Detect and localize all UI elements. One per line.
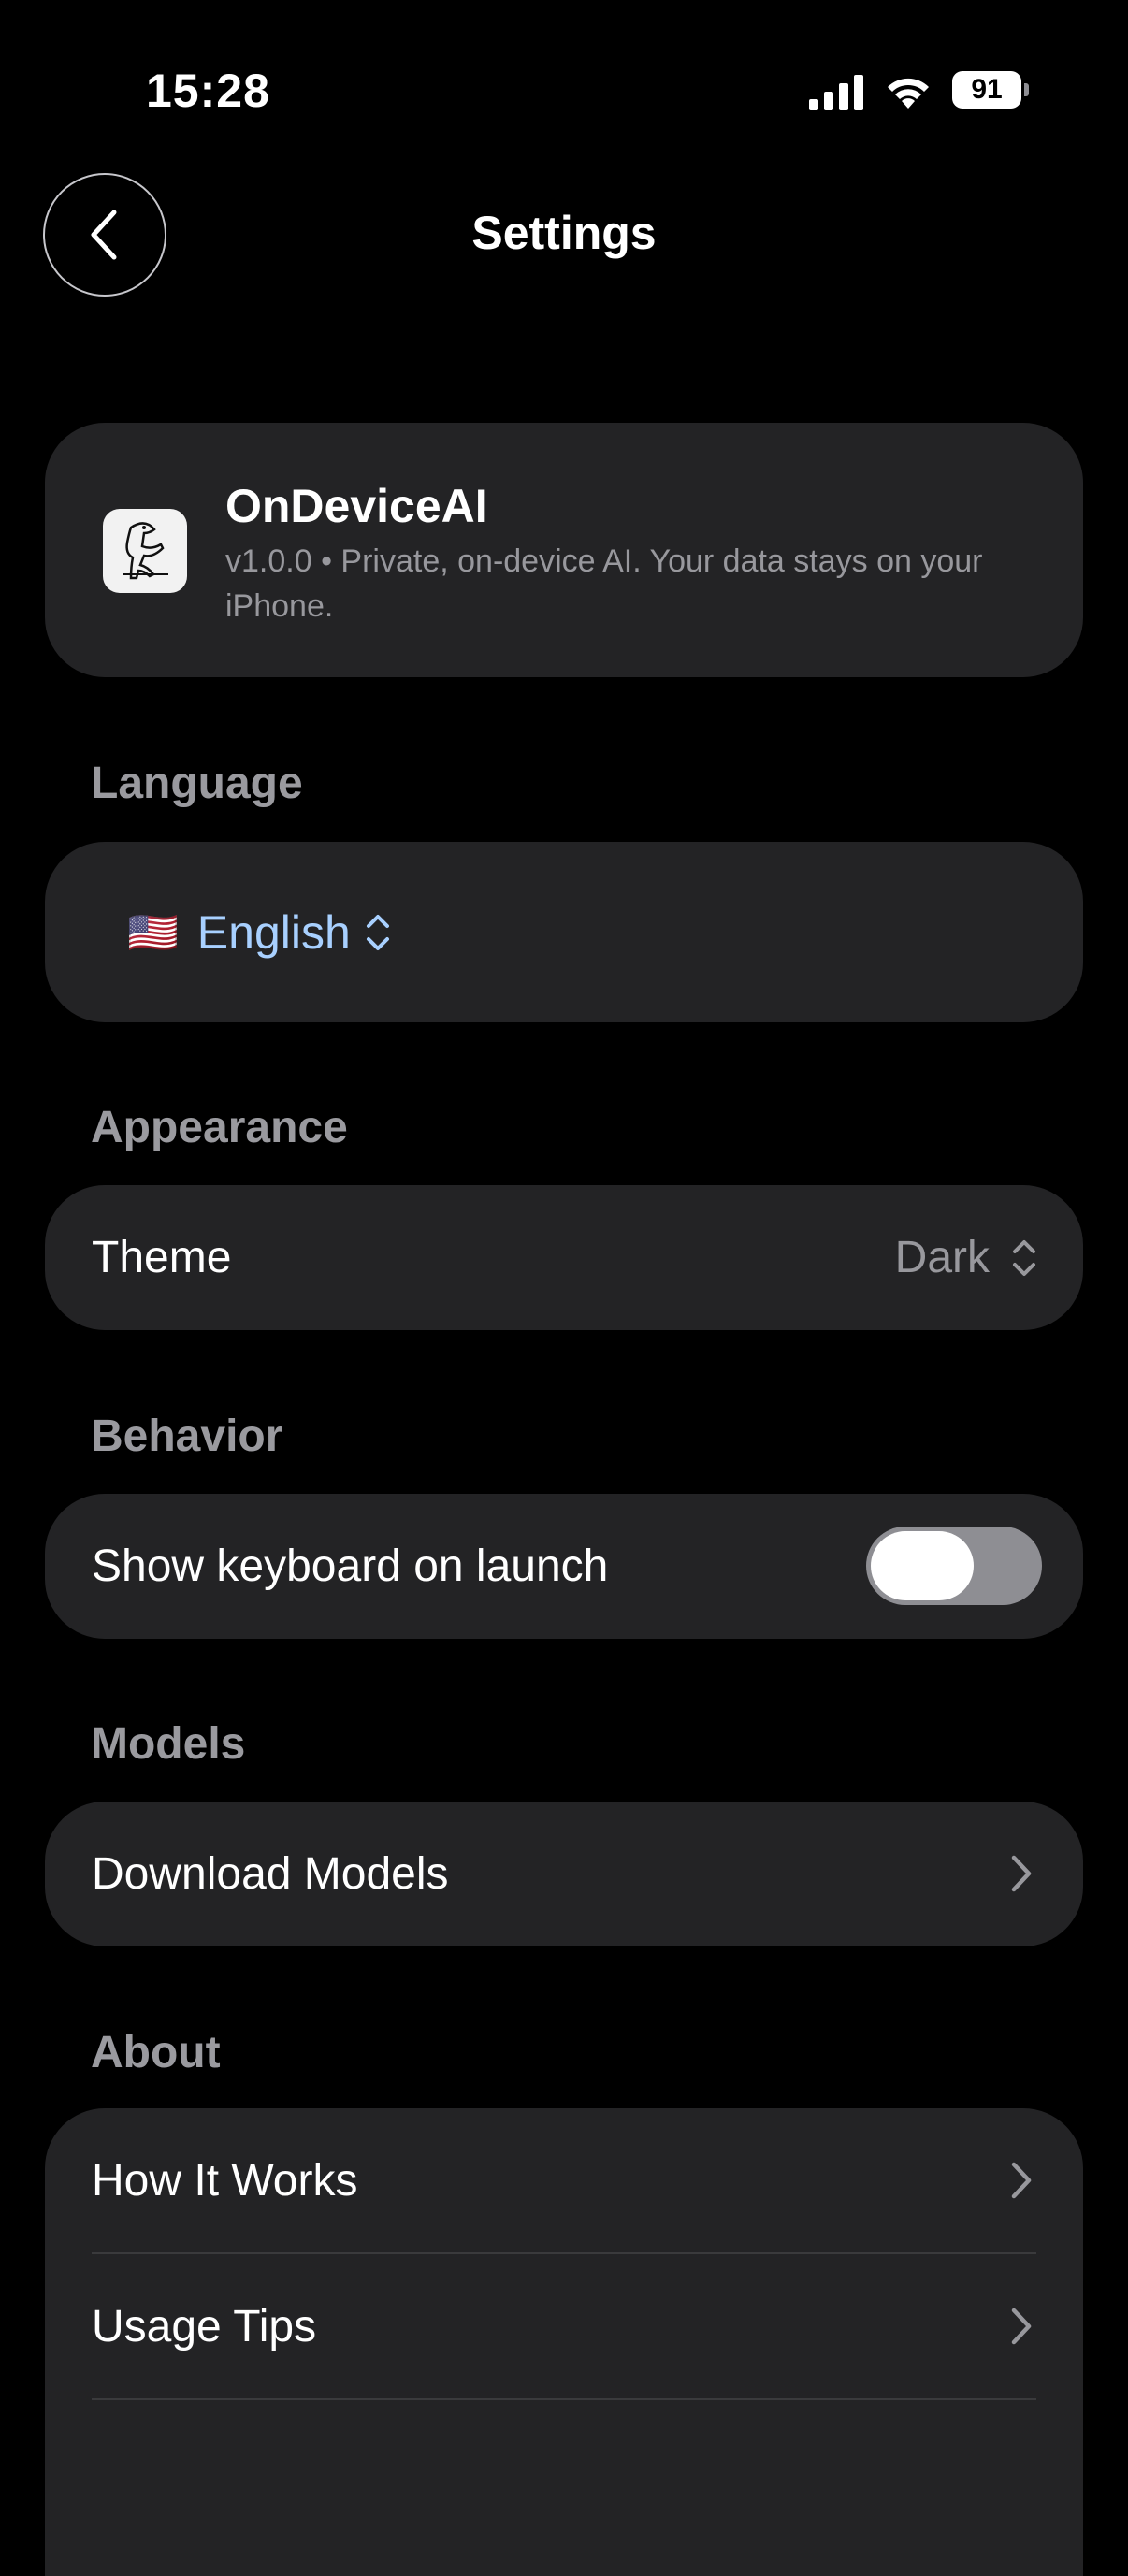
- divider: [92, 2398, 1036, 2400]
- usage-tips-label: Usage Tips: [92, 2302, 317, 2352]
- theme-label: Theme: [92, 1233, 232, 1282]
- chevron-up-down-icon: [366, 914, 389, 950]
- how-it-works-label: How It Works: [92, 2156, 358, 2206]
- battery-icon: 91: [952, 71, 1029, 109]
- toggle-knob: [871, 1531, 974, 1600]
- section-header-appearance: Appearance: [91, 1103, 348, 1152]
- keyboard-on-launch-label: Show keyboard on launch: [92, 1541, 609, 1591]
- section-header-language: Language: [91, 759, 303, 808]
- download-models-row[interactable]: Download Models: [45, 1802, 1083, 1946]
- wifi-icon: [888, 78, 929, 109]
- chevron-right-icon: [1011, 2162, 1032, 2199]
- chevron-right-icon: [1011, 2308, 1032, 2345]
- app-name: OnDeviceAI: [225, 480, 488, 532]
- section-header-behavior: Behavior: [91, 1411, 283, 1461]
- keyboard-on-launch-row: Show keyboard on launch: [45, 1494, 1083, 1639]
- us-flag-icon: 🇺🇸: [127, 909, 179, 956]
- theme-value: Dark: [894, 1233, 990, 1282]
- battery-level: 91: [971, 74, 1003, 105]
- status-bar: 15:28 91: [0, 0, 1128, 178]
- download-models-label: Download Models: [92, 1849, 449, 1899]
- section-header-models: Models: [91, 1719, 246, 1769]
- cellular-signal-icon: [809, 75, 863, 110]
- section-header-about: About: [91, 2028, 221, 2077]
- app-info-card: OnDeviceAI v1.0.0 • Private, on-device A…: [45, 423, 1083, 677]
- language-value: English: [196, 905, 351, 959]
- app-logo-icon: [103, 509, 187, 593]
- chevron-up-down-icon: [1013, 1240, 1035, 1276]
- chevron-right-icon: [1011, 1855, 1032, 1892]
- language-card: 🇺🇸 English: [45, 842, 1083, 1022]
- page-title: Settings: [471, 207, 657, 259]
- theme-row[interactable]: Theme Dark: [45, 1185, 1083, 1330]
- about-card: How It Works Usage Tips: [45, 2108, 1083, 2576]
- keyboard-on-launch-toggle[interactable]: [866, 1527, 1042, 1605]
- how-it-works-row[interactable]: How It Works: [45, 2108, 1083, 2253]
- usage-tips-row[interactable]: Usage Tips: [45, 2254, 1083, 2399]
- status-time: 15:28: [146, 65, 270, 117]
- language-picker[interactable]: 🇺🇸 English: [127, 842, 392, 1022]
- app-description: v1.0.0 • Private, on-device AI. Your dat…: [225, 543, 983, 624]
